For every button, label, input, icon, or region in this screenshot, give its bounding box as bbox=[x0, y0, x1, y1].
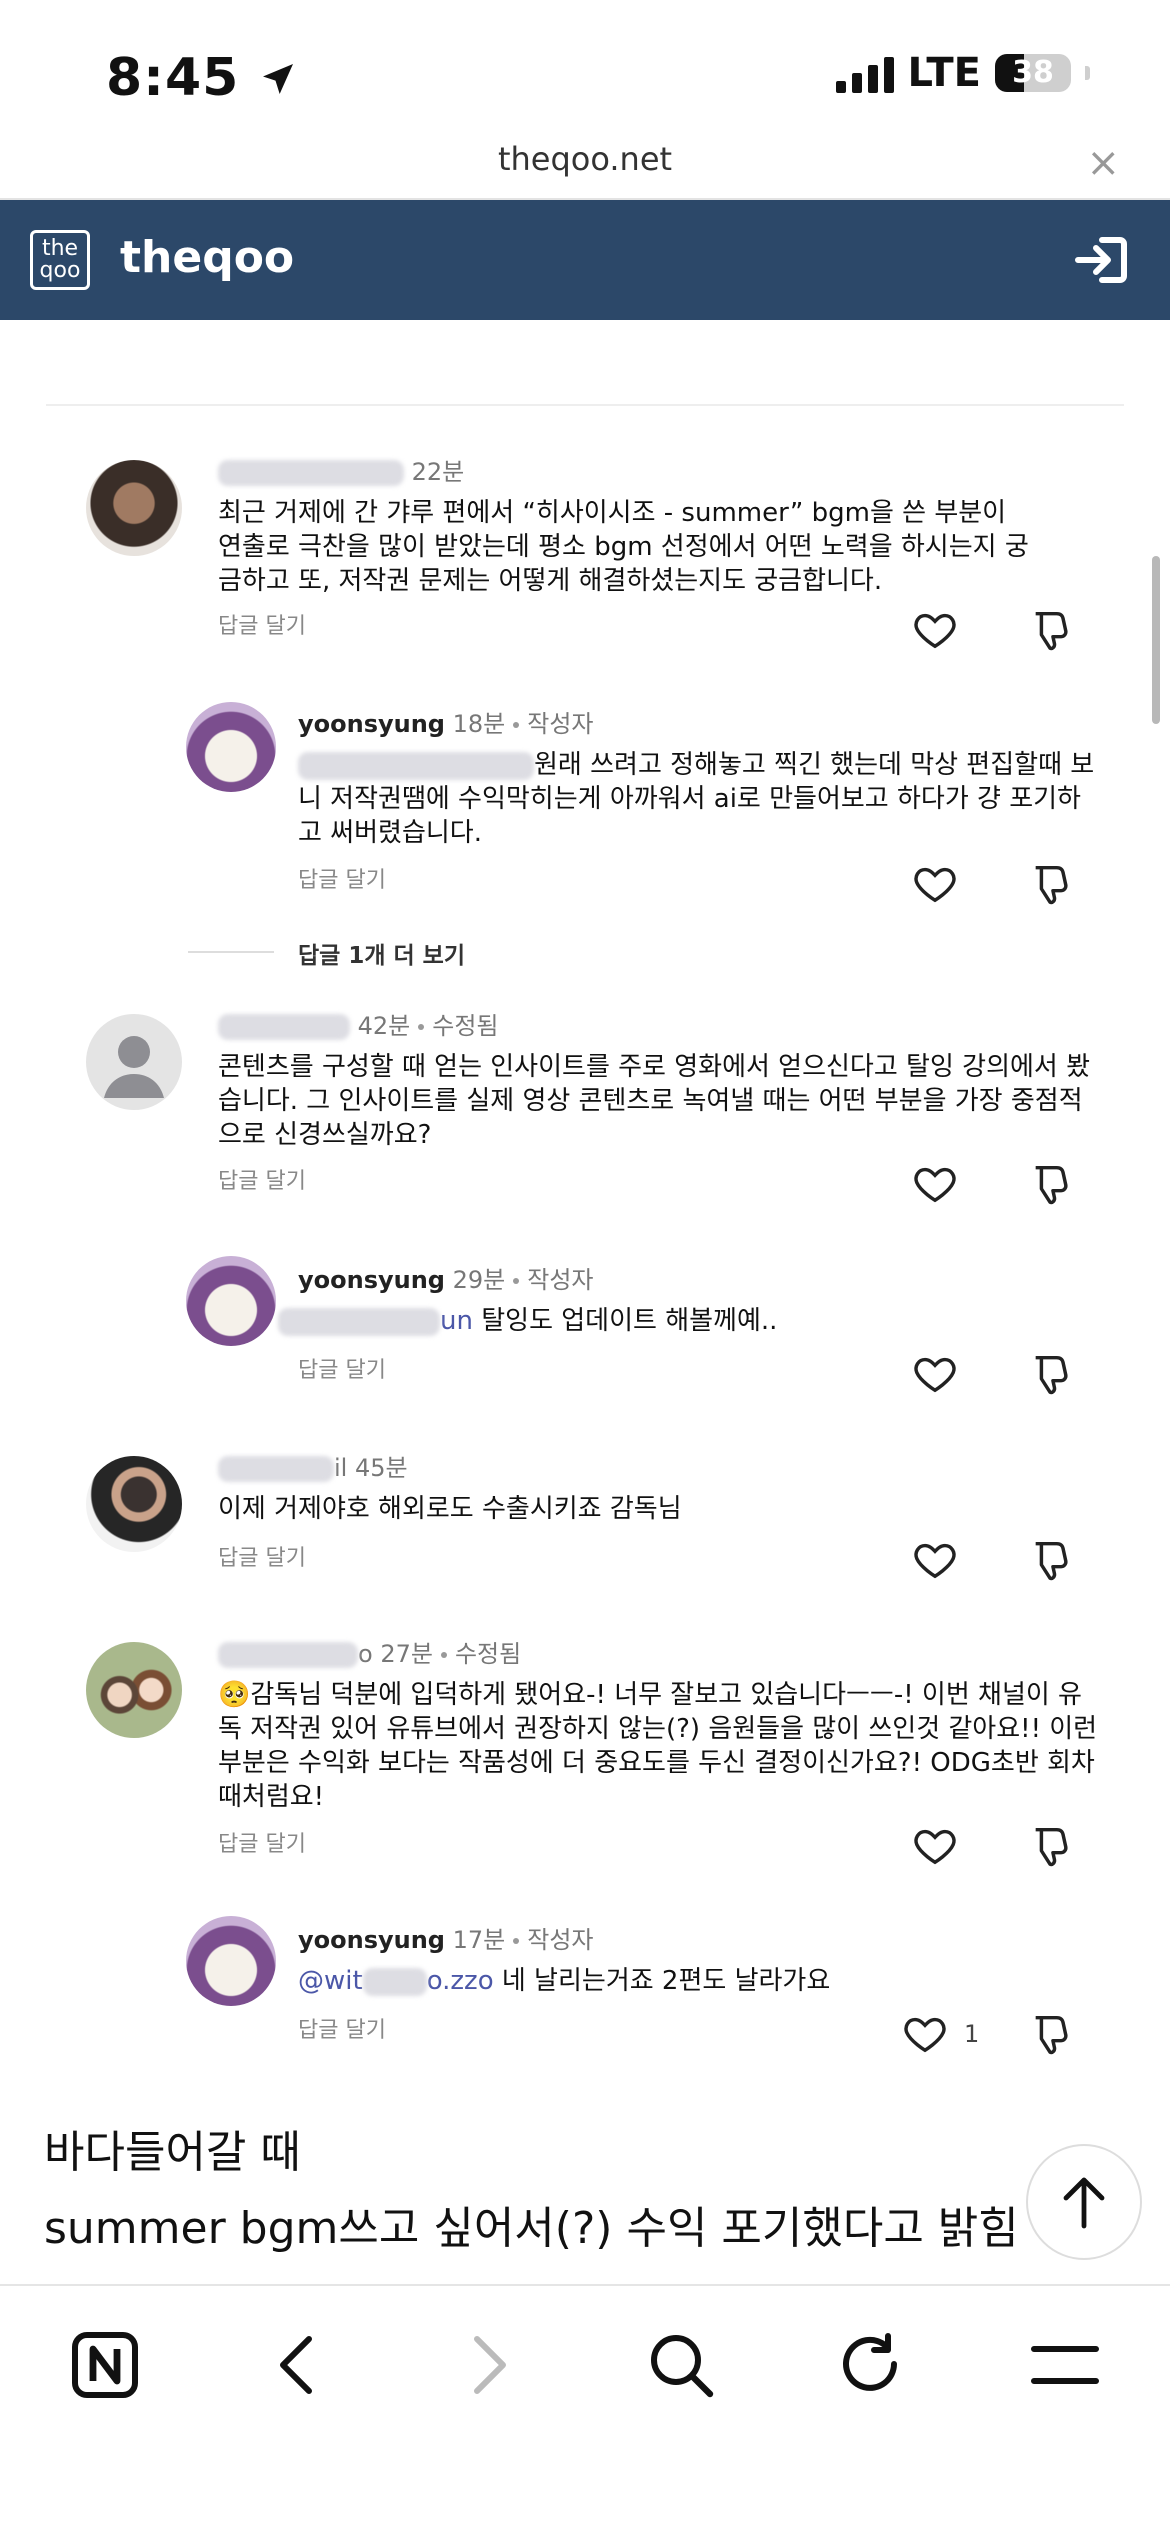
comment-text: 최근 거제에 간 갸루 편에서 “히사이시조 - summer” bgm을 쓴 … bbox=[218, 498, 1029, 596]
dislike-icon[interactable] bbox=[1028, 606, 1074, 652]
author-name[interactable]: yoonsyung bbox=[298, 1266, 445, 1294]
blurred-username bbox=[218, 1642, 358, 1668]
login-icon[interactable] bbox=[1074, 234, 1130, 290]
caption-line: 바다들어갈 때 bbox=[44, 2127, 301, 2178]
reply-button[interactable]: 답글 달기 bbox=[298, 2012, 386, 2044]
caption-line: summer bgm쓰고 싶어서(?) 수익 포기했다고 밝힘 bbox=[44, 2203, 1019, 2254]
heart-icon[interactable] bbox=[912, 860, 958, 906]
back-icon[interactable] bbox=[250, 2320, 340, 2410]
comment-meta: o 27분 수정됨 bbox=[218, 1634, 521, 1669]
battery-icon: 38 bbox=[995, 54, 1071, 92]
avatar[interactable] bbox=[86, 1456, 182, 1552]
dislike-icon[interactable] bbox=[1028, 1160, 1074, 1206]
comment-text: 원래 쓰려고 정해놓고 찍긴 했는데 막상 편집할때 보니 저작권땜에 수익막히… bbox=[298, 750, 1095, 848]
comment-text: @wit o.zzo 네 날리는거죠 2편도 날라가요 bbox=[298, 1966, 831, 1996]
comment-text: un 탈잉도 업데이트 해볼께예.. bbox=[278, 1304, 1098, 1338]
reload-icon[interactable] bbox=[826, 2320, 916, 2410]
avatar[interactable] bbox=[186, 1256, 276, 1346]
network-label: LTE bbox=[907, 50, 981, 96]
heart-icon[interactable] bbox=[902, 2010, 948, 2056]
dislike-icon[interactable] bbox=[1028, 2010, 1074, 2056]
scrollbar[interactable] bbox=[1152, 556, 1160, 724]
reply-button[interactable]: 답글 달기 bbox=[218, 608, 306, 640]
comment-meta: il 45분 bbox=[218, 1448, 408, 1483]
divider bbox=[188, 951, 274, 953]
dislike-icon[interactable] bbox=[1028, 1822, 1074, 1868]
comment-meta: yoonsyung 29분 작성자 bbox=[298, 1266, 594, 1294]
dislike-icon[interactable] bbox=[1028, 860, 1074, 906]
reply-button[interactable]: 답글 달기 bbox=[218, 1163, 306, 1195]
url-text[interactable]: theqoo.net bbox=[0, 140, 1170, 178]
comment-text: 콘텐츠를 구성할 때 얻는 인사이트를 주로 영화에서 얻으신다고 탈잉 강의에… bbox=[218, 1052, 1091, 1150]
blurred-username bbox=[218, 460, 404, 486]
author-name[interactable]: yoonsyung bbox=[298, 1926, 445, 1954]
heart-icon[interactable] bbox=[912, 1350, 958, 1396]
dislike-icon[interactable] bbox=[1028, 1536, 1074, 1582]
site-name[interactable]: theqoo bbox=[120, 232, 294, 283]
reply-button[interactable]: 답글 달기 bbox=[298, 1352, 386, 1384]
blurred-username bbox=[218, 1456, 334, 1482]
comment-meta: yoonsyung 17분 작성자 bbox=[298, 1926, 594, 1954]
comment-meta: 22분 bbox=[218, 452, 464, 487]
avatar[interactable] bbox=[186, 702, 276, 792]
default-avatar-icon[interactable] bbox=[86, 1014, 182, 1110]
comment-meta: 42분 수정됨 bbox=[218, 1006, 499, 1041]
blurred-mention bbox=[362, 1967, 427, 1996]
forward-icon[interactable] bbox=[446, 2320, 536, 2410]
more-replies-button[interactable]: 답글 1개 더 보기 bbox=[298, 936, 465, 970]
pleading-face-icon: 🥺 bbox=[218, 1680, 251, 1710]
scroll-top-button[interactable] bbox=[1026, 2144, 1142, 2260]
dislike-icon[interactable] bbox=[1028, 1350, 1074, 1396]
reply-button[interactable]: 답글 달기 bbox=[298, 862, 386, 894]
like-count: 1 bbox=[964, 2020, 980, 2048]
search-icon[interactable] bbox=[636, 2320, 726, 2410]
blurred-mention bbox=[278, 1307, 440, 1336]
comment-text: 🥺감독님 덕분에 입덕하게 됐어요-! 너무 잘보고 있습니다ㅡㅡ-! 이번 채… bbox=[218, 1680, 1098, 1812]
reply-button[interactable]: 답글 달기 bbox=[218, 1540, 306, 1572]
heart-icon[interactable] bbox=[912, 1536, 958, 1582]
heart-icon[interactable] bbox=[912, 1822, 958, 1868]
mention[interactable]: @wit o.zzo bbox=[298, 1966, 494, 1996]
reply-button[interactable]: 답글 달기 bbox=[218, 1826, 306, 1858]
location-arrow-icon bbox=[263, 64, 294, 94]
divider bbox=[46, 404, 1124, 406]
avatar[interactable] bbox=[186, 1916, 276, 2006]
mention[interactable]: un bbox=[440, 1306, 473, 1336]
arrow-up-icon bbox=[1063, 2177, 1105, 2229]
browser-toolbar bbox=[0, 2286, 1170, 2532]
menu-icon[interactable] bbox=[1020, 2320, 1110, 2410]
comment-text: 이제 거제야호 해외로도 수출시키죠 감독님 bbox=[218, 1494, 682, 1524]
avatar[interactable] bbox=[86, 460, 182, 556]
signal-icon bbox=[835, 53, 894, 93]
status-time: 8:45 bbox=[106, 48, 298, 108]
naver-n-icon[interactable] bbox=[60, 2320, 150, 2410]
avatar[interactable] bbox=[86, 1642, 182, 1738]
heart-icon[interactable] bbox=[912, 606, 958, 652]
comment-meta: yoonsyung 18분 작성자 bbox=[298, 710, 594, 738]
author-name[interactable]: yoonsyung bbox=[298, 710, 445, 738]
blurred-mention bbox=[298, 751, 534, 780]
heart-icon[interactable] bbox=[912, 1160, 958, 1206]
site-logo[interactable]: the qoo bbox=[30, 230, 90, 290]
status-indicators: LTE 38 bbox=[835, 50, 1090, 96]
close-icon[interactable]: × bbox=[1086, 140, 1120, 186]
blurred-username bbox=[218, 1014, 350, 1040]
